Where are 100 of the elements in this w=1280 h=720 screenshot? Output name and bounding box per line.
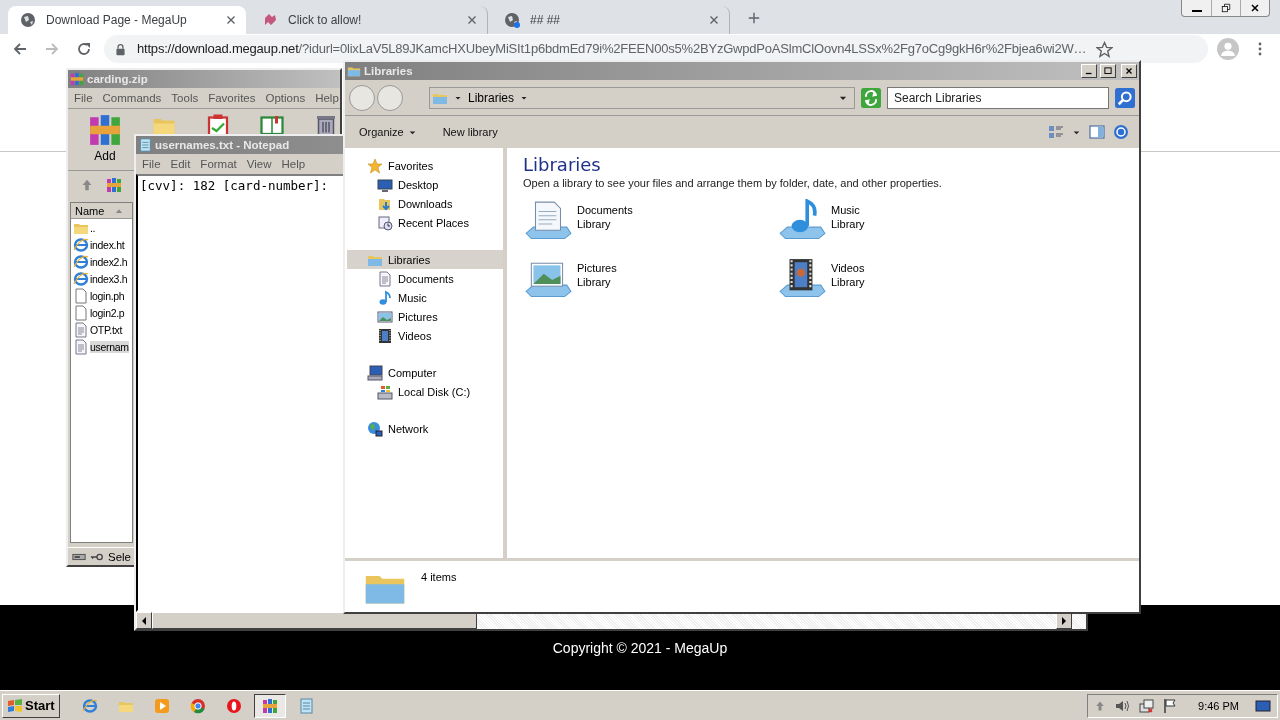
file-row[interactable]: login2.p bbox=[71, 304, 132, 321]
close-icon bbox=[1249, 2, 1261, 14]
monitor-icon bbox=[377, 176, 393, 193]
file-row[interactable]: index3.h bbox=[71, 270, 132, 287]
library-item[interactable]: Documents Library bbox=[523, 199, 777, 249]
desktop-icon bbox=[1255, 697, 1271, 714]
menu-item[interactable]: Help bbox=[311, 92, 343, 104]
new-library-button[interactable]: New library bbox=[438, 124, 502, 140]
file-name: login.ph bbox=[90, 289, 125, 302]
address-box[interactable]: Libraries bbox=[429, 86, 855, 109]
browser-logo-icon bbox=[189, 697, 206, 714]
window-title: carding.zip bbox=[87, 73, 149, 85]
archive-books-icon bbox=[88, 113, 122, 147]
file-name: usernam bbox=[90, 340, 129, 353]
nav-item[interactable]: Music bbox=[347, 288, 503, 307]
menu-item[interactable]: File bbox=[70, 92, 97, 104]
computer-icon bbox=[367, 364, 383, 381]
taskbar-button[interactable] bbox=[253, 693, 286, 718]
minimize-button[interactable] bbox=[1081, 64, 1097, 78]
menu-item[interactable]: Commands bbox=[98, 92, 166, 104]
recent-places-icon bbox=[377, 214, 393, 231]
minimize-icon[interactable] bbox=[1191, 10, 1202, 12]
browser-icon bbox=[81, 697, 98, 714]
file-row[interactable]: .. bbox=[71, 219, 132, 236]
ring-logo-icon bbox=[225, 697, 242, 714]
disk-drive-icon bbox=[377, 383, 393, 400]
nav-item[interactable]: Favorites bbox=[347, 156, 503, 175]
start-button[interactable]: Start bbox=[2, 693, 60, 718]
column-header[interactable]: Name bbox=[71, 203, 132, 219]
globe-icon bbox=[20, 12, 36, 28]
menu-item[interactable]: Format bbox=[196, 158, 241, 170]
menu-item[interactable]: Edit bbox=[166, 158, 195, 170]
organize-button[interactable]: Organize bbox=[355, 124, 421, 140]
nav-item[interactable]: Recent Places bbox=[347, 213, 503, 232]
preview-pane-icon bbox=[1089, 124, 1105, 140]
stacked-books-icon bbox=[70, 72, 84, 86]
window-title: Libraries bbox=[364, 65, 414, 77]
description-text: Open a library to see your files and arrange them by folder, date, and other properties. bbox=[523, 177, 942, 189]
close-button[interactable] bbox=[1121, 64, 1137, 78]
nav-item[interactable]: Libraries bbox=[347, 250, 503, 269]
file-name: index3.h bbox=[90, 272, 128, 285]
text-file-icon bbox=[73, 338, 89, 355]
browser-icon bbox=[73, 270, 89, 287]
maximize-button[interactable] bbox=[1100, 64, 1116, 78]
menu-item[interactable]: View bbox=[242, 158, 276, 170]
book-icon bbox=[260, 113, 284, 137]
text-area[interactable]: [cvv]: 182 [card-number]: bbox=[138, 176, 340, 610]
file-row[interactable]: usernam bbox=[71, 338, 132, 355]
scrollbar[interactable] bbox=[136, 612, 1086, 629]
browser-tab[interactable]: Download Page - MegaUp bbox=[8, 6, 246, 34]
menu-item[interactable]: File bbox=[138, 158, 165, 170]
music-note-icon bbox=[377, 289, 393, 306]
nav-item[interactable]: Network bbox=[347, 419, 503, 438]
clock: 9:46 PM bbox=[1198, 699, 1239, 712]
globe-icon bbox=[504, 12, 520, 28]
library-item[interactable]: Pictures Library bbox=[523, 257, 777, 307]
avatar-icon bbox=[1217, 38, 1239, 60]
file-name: OTP.txt bbox=[90, 323, 123, 336]
menu-item[interactable]: Favorites bbox=[204, 92, 260, 104]
nav-item[interactable]: Computer bbox=[347, 363, 503, 382]
maximize-icon bbox=[1103, 66, 1113, 76]
file-row[interactable]: index2.h bbox=[71, 253, 132, 270]
menu-item[interactable]: Help bbox=[277, 158, 310, 170]
page-heading: Libraries bbox=[523, 154, 601, 175]
reload-icon bbox=[76, 41, 92, 57]
search-field[interactable]: Search Libraries bbox=[887, 86, 1109, 109]
url-text: https://download.megaup.net/?idurl=0lixLaV5L89JKamcHXUbeyMiSIt1p6bdmEd79i%2FEEN00s5%2BYzGwpdPoASlmClOovn4LSSx%2Fg7oCg9gkH6r%2Fbjea6wi2W… bbox=[137, 42, 1087, 56]
item-count: 4 items bbox=[421, 571, 457, 583]
library-item[interactable]: Videos Library bbox=[777, 257, 1031, 307]
file-row[interactable]: index.ht bbox=[71, 236, 132, 253]
breadcrumb-item[interactable]: Libraries bbox=[468, 90, 515, 105]
menu-item[interactable]: Tools bbox=[167, 92, 203, 104]
nav-item[interactable]: Videos bbox=[347, 326, 503, 345]
nav-item[interactable]: Pictures bbox=[347, 307, 503, 326]
nav-item[interactable]: Desktop bbox=[347, 175, 503, 194]
film-icon bbox=[377, 327, 393, 344]
puzzle-icon bbox=[262, 12, 278, 28]
file-row[interactable]: OTP.txt bbox=[71, 321, 132, 338]
scroll-right-icon[interactable] bbox=[1062, 616, 1066, 625]
picture-icon bbox=[377, 308, 393, 325]
status-text: Sele bbox=[108, 550, 132, 563]
flag-icon bbox=[1162, 697, 1179, 714]
play-icon bbox=[153, 697, 170, 714]
stacked-books-icon bbox=[106, 176, 122, 193]
library-item[interactable]: Music Library bbox=[777, 199, 1031, 249]
file-row[interactable]: login.ph bbox=[71, 287, 132, 304]
nav-item[interactable]: Documents bbox=[347, 269, 503, 288]
nav-item[interactable]: Local Disk (C:) bbox=[347, 382, 503, 401]
file-name: .. bbox=[90, 221, 96, 234]
nav-item[interactable]: Downloads bbox=[347, 194, 503, 213]
bookmark-star-icon bbox=[1096, 40, 1114, 58]
scroll-left-icon[interactable] bbox=[142, 616, 146, 625]
view-list-icon bbox=[1048, 124, 1064, 140]
add-button[interactable]: Add bbox=[88, 113, 122, 163]
file-icon bbox=[73, 304, 89, 321]
search-icon bbox=[1115, 87, 1135, 108]
address-bar[interactable]: https://download.megaup.net/?idurl=0lixLaV5L89JKamcHXUbeyMiSIt1p6bdmEd79i%2FEEN00s5%2BYzGwpdPoASlmClOovn4LSSx%2Fg7oCg9gkH6r%2Fbjea6wi2W… bbox=[104, 35, 1208, 63]
notepad-icon bbox=[138, 138, 152, 152]
menu-item[interactable]: Options bbox=[261, 92, 310, 104]
back-arrow-icon bbox=[12, 41, 28, 57]
